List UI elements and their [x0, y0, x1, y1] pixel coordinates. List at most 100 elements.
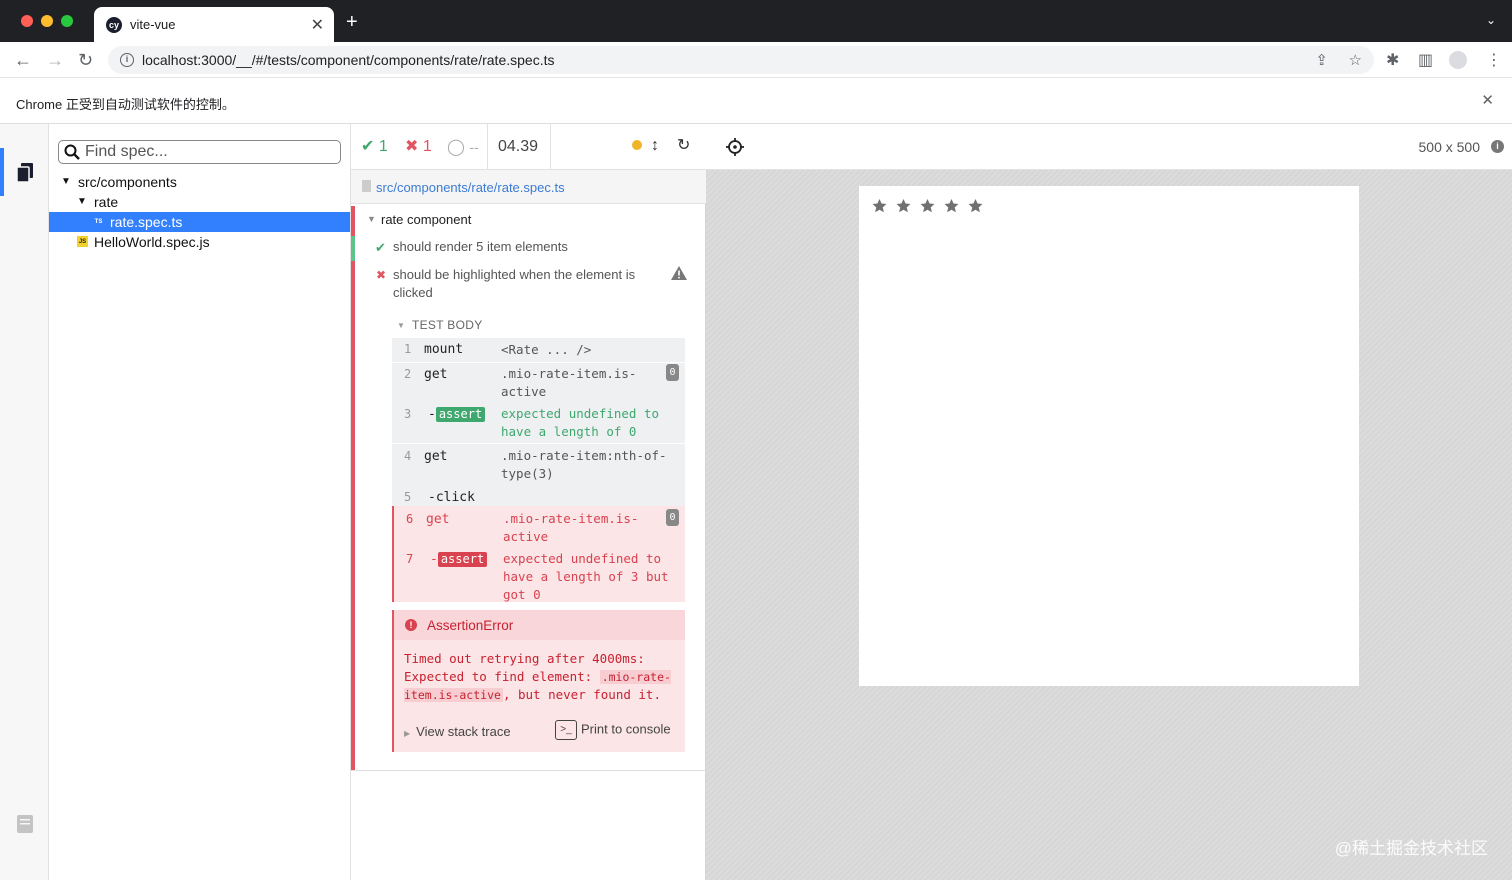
- caret-down-icon: ▼: [397, 321, 405, 330]
- tree-file-label: rate.spec.ts: [110, 214, 183, 230]
- spec-path-bar: src/components/rate/rate.spec.ts: [351, 170, 706, 204]
- rate-star-icon[interactable]: [895, 198, 912, 214]
- check-icon: ✔: [361, 138, 375, 155]
- x-icon: ✖: [376, 268, 387, 282]
- caret-down-icon: ▼: [367, 214, 376, 224]
- rate-star-icon[interactable]: [967, 198, 984, 214]
- test-title-failed[interactable]: should be highlighted when the element i…: [393, 266, 653, 302]
- assert-badge: assert: [435, 407, 486, 422]
- aut-viewport: @稀土掘金技术社区: [706, 170, 1512, 880]
- infobar-close-icon[interactable]: ✕: [1481, 91, 1494, 109]
- terminal-icon: >_: [555, 720, 577, 740]
- caret-right-icon: ▶: [404, 729, 411, 738]
- warning-icon[interactable]: [670, 265, 688, 281]
- error-name: AssertionError: [427, 618, 514, 633]
- pending-count: --: [469, 139, 479, 155]
- rate-star-icon[interactable]: [871, 198, 888, 214]
- reload-icon[interactable]: ↻: [78, 50, 93, 70]
- command-row[interactable]: 4 get .mio-rate-item:nth-of-type(3) 5 -c…: [392, 444, 685, 506]
- passed-count: 1: [378, 138, 388, 155]
- share-icon[interactable]: ⇪: [1315, 51, 1328, 69]
- tree-file-label: HelloWorld.spec.js: [94, 234, 210, 250]
- tree-folder-label: src/components: [78, 174, 177, 190]
- pending-stat[interactable]: ◯ --: [447, 138, 479, 157]
- cypress-side-nav: [0, 124, 49, 880]
- duration: 04.39: [498, 138, 539, 155]
- auto-scroll-dot-icon[interactable]: [632, 140, 642, 150]
- pending-circle-icon: ◯: [447, 139, 465, 156]
- file-icon: [362, 180, 371, 192]
- javascript-file-icon: JS: [77, 236, 88, 247]
- window-close-button[interactable]: [21, 15, 33, 27]
- browser-tab[interactable]: cy vite-vue ✕: [94, 7, 334, 42]
- chevron-down-icon: ▼: [61, 176, 71, 187]
- tree-folder-src-components[interactable]: ▼ src/components: [49, 172, 350, 192]
- command-row-failed[interactable]: 6 get .mio-rate-item.is-active 0 7 - asse…: [392, 506, 685, 602]
- tree-file-rate-spec[interactable]: TS rate.spec.ts: [49, 212, 350, 232]
- element-count-badge: 0: [666, 364, 679, 381]
- aut-iframe: [859, 186, 1359, 686]
- error-exclamation-icon: !: [405, 619, 417, 631]
- viewport-size: 500 x 500: [1418, 139, 1481, 155]
- tree-folder-label: rate: [94, 194, 119, 210]
- failed-count: 1: [422, 138, 432, 155]
- tree-file-helloworld-spec[interactable]: JS HelloWorld.spec.js: [49, 232, 350, 252]
- bookmark-star-icon[interactable]: ☆: [1349, 51, 1362, 69]
- browser-menu-icon[interactable]: ⋮: [1486, 50, 1502, 70]
- specs-files-icon[interactable]: [16, 162, 34, 184]
- extensions-puzzle-icon[interactable]: ✱: [1386, 50, 1399, 70]
- watermark: @稀土掘金技术社区: [1334, 839, 1488, 858]
- error-header: ! AssertionError: [394, 610, 685, 640]
- test-body-label[interactable]: TEST BODY: [412, 318, 483, 332]
- rerun-icon[interactable]: ↻: [677, 137, 690, 155]
- tab-close-icon[interactable]: ✕: [311, 15, 324, 35]
- window-minimize-button[interactable]: [41, 15, 53, 27]
- tree-folder-rate[interactable]: ▼ rate: [49, 192, 350, 212]
- command-row[interactable]: 1 mount <Rate ... />: [392, 338, 685, 362]
- typescript-file-icon: TS: [94, 219, 103, 225]
- test-title-passed[interactable]: should render 5 item elements: [393, 238, 568, 256]
- browser-tab-bar: cy vite-vue ✕ + ⌄: [0, 0, 1512, 42]
- header-divider: [550, 124, 551, 170]
- passed-stat[interactable]: ✔ 1: [361, 138, 388, 156]
- tab-title: vite-vue: [130, 17, 176, 32]
- spec-path-link[interactable]: src/components/rate/rate.spec.ts: [376, 180, 565, 195]
- failed-stat[interactable]: ✖ 1: [405, 138, 432, 156]
- check-icon: ✔: [375, 240, 386, 255]
- chevron-down-icon: ▼: [77, 196, 87, 207]
- profile-avatar-icon[interactable]: [1449, 51, 1467, 69]
- nav-active-indicator: [0, 148, 4, 196]
- test-passed-bar: [351, 236, 355, 261]
- window-zoom-button[interactable]: [61, 15, 73, 27]
- reporter-divider: [351, 770, 706, 771]
- view-stack-trace-button[interactable]: ▶ View stack trace: [404, 724, 511, 739]
- forward-arrow-icon[interactable]: →: [46, 50, 64, 70]
- auto-scroll-arrows-icon[interactable]: ↕: [651, 137, 659, 155]
- rate-star-icon[interactable]: [943, 198, 960, 214]
- selector-playground-crosshair-icon[interactable]: [726, 138, 744, 156]
- suite-title[interactable]: rate component: [381, 212, 471, 227]
- tab-search-chevron-icon[interactable]: ⌄: [1486, 13, 1496, 27]
- element-count-badge: 0: [666, 509, 679, 526]
- suite-failed-bar: [351, 206, 355, 770]
- rate-star-icon[interactable]: [919, 198, 936, 214]
- back-arrow-icon[interactable]: ←: [14, 50, 32, 70]
- automation-infobar: Chrome 正受到自动测试软件的控制。 ✕: [0, 78, 1512, 124]
- search-icon: [64, 144, 80, 160]
- header-divider: [487, 124, 488, 170]
- print-to-console-button[interactable]: >_ Print to console: [555, 720, 671, 740]
- assert-badge: assert: [437, 552, 488, 567]
- side-panel-icon[interactable]: ▥: [1418, 50, 1433, 70]
- new-tab-icon[interactable]: +: [346, 12, 358, 32]
- address-toolbar: ← → ↻ i localhost:3000/__/#/tests/compon…: [0, 42, 1512, 78]
- spec-search-box[interactable]: [58, 140, 341, 164]
- site-info-icon[interactable]: i: [120, 53, 134, 67]
- aut-header: 500 x 500 i: [706, 124, 1512, 170]
- command-row[interactable]: 2 get .mio-rate-item.is-active 0 3 - asse…: [392, 363, 685, 443]
- rate-component: [871, 198, 991, 214]
- viewport-info-icon[interactable]: i: [1491, 140, 1504, 153]
- omnibox[interactable]: i localhost:3000/__/#/tests/component/co…: [108, 46, 1374, 74]
- url-text[interactable]: localhost:3000/__/#/tests/component/comp…: [142, 52, 554, 68]
- docs-book-icon[interactable]: [16, 814, 34, 834]
- spec-search-input[interactable]: [85, 142, 335, 162]
